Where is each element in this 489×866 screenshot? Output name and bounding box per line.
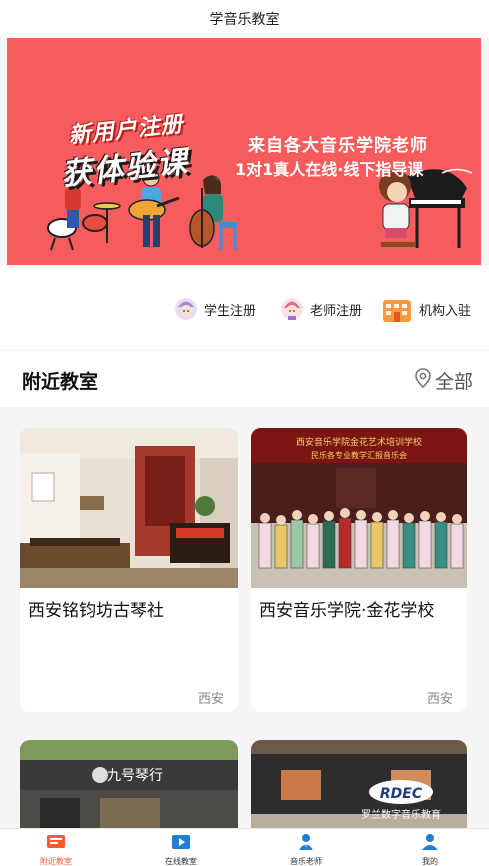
institution-join-button[interactable]: 机构入驻 — [381, 295, 471, 323]
tab-label: 我的 — [422, 857, 438, 866]
promo-line-3: 来自各大音乐学院老师 — [248, 136, 428, 156]
section-title: 附近教室 — [22, 371, 99, 393]
tab-music-teachers[interactable]: 音乐老师 — [266, 833, 346, 866]
tab-nearby-classrooms[interactable]: 附近教室 — [16, 833, 96, 866]
classroom-city: 西安 — [426, 692, 453, 707]
institution-join-label: 机构入驻 — [419, 303, 472, 319]
location-pin-icon — [415, 368, 431, 393]
building-icon — [381, 297, 411, 322]
classroom-photo — [20, 428, 238, 588]
teacher-register-label: 老师注册 — [310, 303, 363, 319]
user-profile-icon — [422, 834, 438, 850]
photo-logo-text: RDEC — [380, 786, 423, 802]
filter-all-label: 全部 — [434, 371, 473, 393]
classroom-city: 西安 — [197, 692, 224, 707]
quick-actions-bar: 学生注册 老师注册 机构入驻 — [0, 265, 489, 350]
promo-line-4: 1对1真人在线·线下指导课 — [235, 160, 424, 179]
nearby-section-header: 附近教室 全部 — [0, 351, 489, 407]
classroom-photo: 西安音乐学院金花艺术培训学校 民乐各专业教学汇报音乐会 — [251, 428, 467, 588]
classroom-icon — [47, 835, 65, 848]
photo-logo-subtext: 罗兰数字音乐教育 — [361, 808, 441, 821]
pianist-figure — [379, 168, 473, 248]
tab-my-profile[interactable]: 我的 — [390, 833, 470, 866]
cellist-figure — [189, 175, 237, 250]
tab-label: 音乐老师 — [290, 857, 322, 866]
promo-banner[interactable]: 新用户注册 获体验课 来自各大音乐学院老师 1对1真人在线·线下指导课 — [7, 38, 481, 265]
tab-label: 附近教室 — [40, 857, 72, 866]
page-title: 学音乐教室 — [209, 12, 280, 28]
top-bar: 学音乐教室 — [0, 0, 489, 38]
classroom-card[interactable]: 西安音乐学院金花艺术培训学校 民乐各专业教学汇报音乐会 西安音乐学院·金花学校 … — [251, 428, 467, 712]
student-register-button[interactable]: 学生注册 — [174, 295, 256, 323]
teacher-icon — [299, 834, 313, 850]
photo-shop-sign: 九号琴行 — [107, 768, 163, 784]
tab-label: 在线教室 — [165, 857, 197, 866]
teacher-register-button[interactable]: 老师注册 — [280, 295, 362, 323]
filter-all-button[interactable]: 全部 — [415, 367, 473, 394]
play-video-icon — [172, 835, 190, 849]
classroom-card[interactable]: 西安铭钧坊古琴社 西安 — [20, 428, 238, 712]
bottom-tab-bar: 附近教室 在线教室 音乐老师 我的 — [0, 828, 489, 866]
tab-online-classrooms[interactable]: 在线教室 — [141, 833, 221, 866]
classroom-name: 西安音乐学院·金花学校 — [259, 601, 435, 621]
teacher-avatar-icon — [280, 297, 304, 321]
student-register-label: 学生注册 — [204, 303, 257, 319]
classroom-name: 西安铭钧坊古琴社 — [28, 601, 164, 621]
photo-banner-text: 西安音乐学院金花艺术培训学校 — [296, 436, 422, 448]
student-avatar-icon — [174, 297, 198, 321]
photo-banner-subtext: 民乐各专业教学汇报音乐会 — [311, 450, 407, 460]
